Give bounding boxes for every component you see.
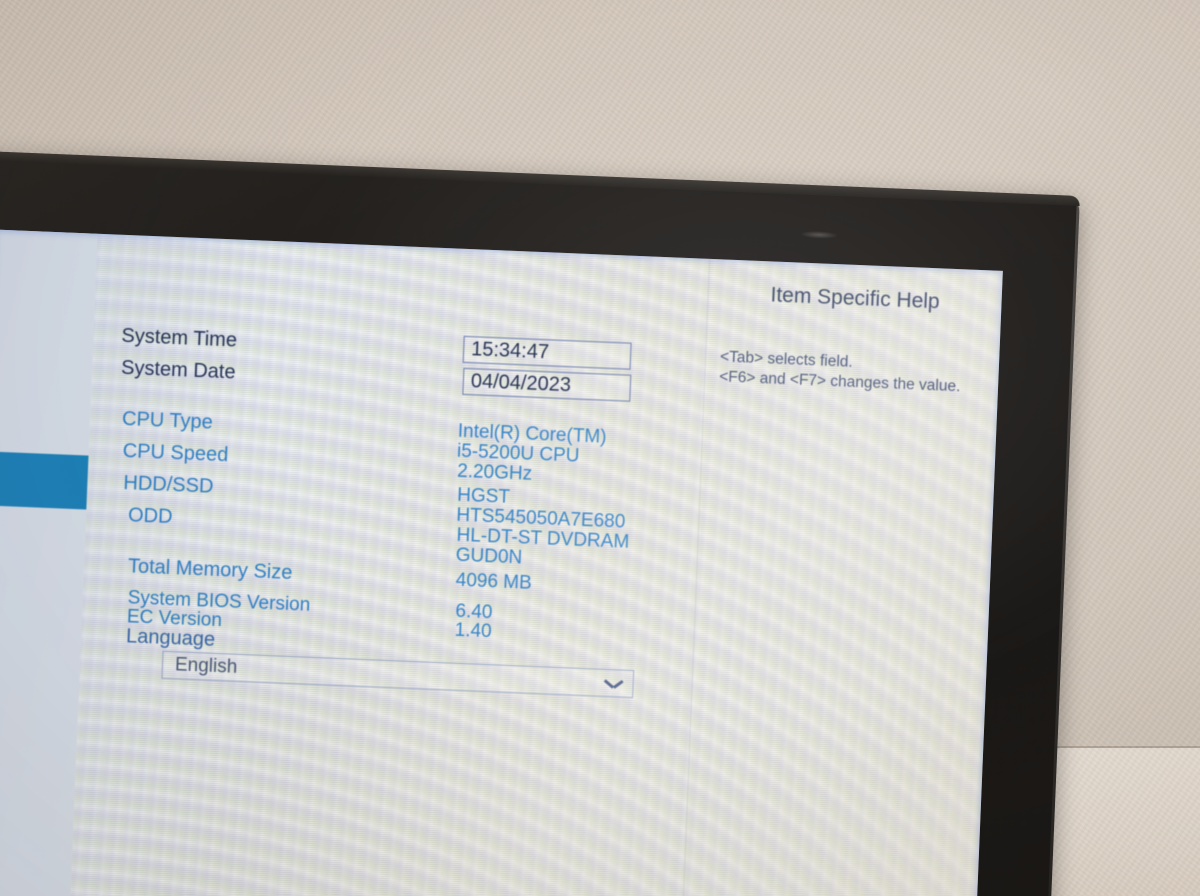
- value-cpu-speed: 2.20GHz: [456, 460, 533, 485]
- label-odd: ODD: [127, 504, 173, 529]
- value-odd-line2: GUD0N: [455, 544, 523, 569]
- chevron-down-icon: [604, 677, 622, 689]
- language-select-value: English: [174, 654, 238, 678]
- label-system-date: System Date: [120, 356, 236, 384]
- system-time-input[interactable]: 15:34:47: [462, 335, 632, 370]
- language-select[interactable]: English: [161, 650, 635, 699]
- value-ec-version: 1.40: [454, 619, 493, 643]
- laptop-screen: Utility nent System Time 15:34:47 System…: [0, 229, 1003, 896]
- value-total-memory-size: 4096 MB: [455, 569, 533, 594]
- help-panel-title: Item Specific Help: [770, 283, 941, 314]
- label-hdd-ssd: HDD/SSD: [122, 472, 214, 498]
- laptop-display-assembly: Utility nent System Time 15:34:47 System…: [0, 137, 1080, 896]
- item-specific-help-panel: Item Specific Help <Tab> selects field. …: [676, 259, 1002, 896]
- label-total-memory-size: Total Memory Size: [127, 555, 293, 585]
- microphone-icon: [801, 230, 838, 240]
- help-panel-body: <Tab> selects field. <F6> and <F7> chang…: [718, 348, 961, 396]
- bios-content: Utility nent System Time 15:34:47 System…: [0, 229, 1003, 896]
- system-date-input[interactable]: 04/04/2023: [462, 367, 632, 402]
- label-cpu-speed: CPU Speed: [122, 439, 229, 467]
- sidebar-item-selected[interactable]: [0, 451, 89, 510]
- label-cpu-type: CPU Type: [121, 407, 214, 434]
- bios-main-panel: System Time 15:34:47 System Date 04/04/2…: [64, 234, 709, 896]
- photograph-of-laptop: Utility nent System Time 15:34:47 System…: [0, 0, 1200, 896]
- label-system-time: System Time: [121, 324, 238, 352]
- label-language: Language: [125, 625, 216, 651]
